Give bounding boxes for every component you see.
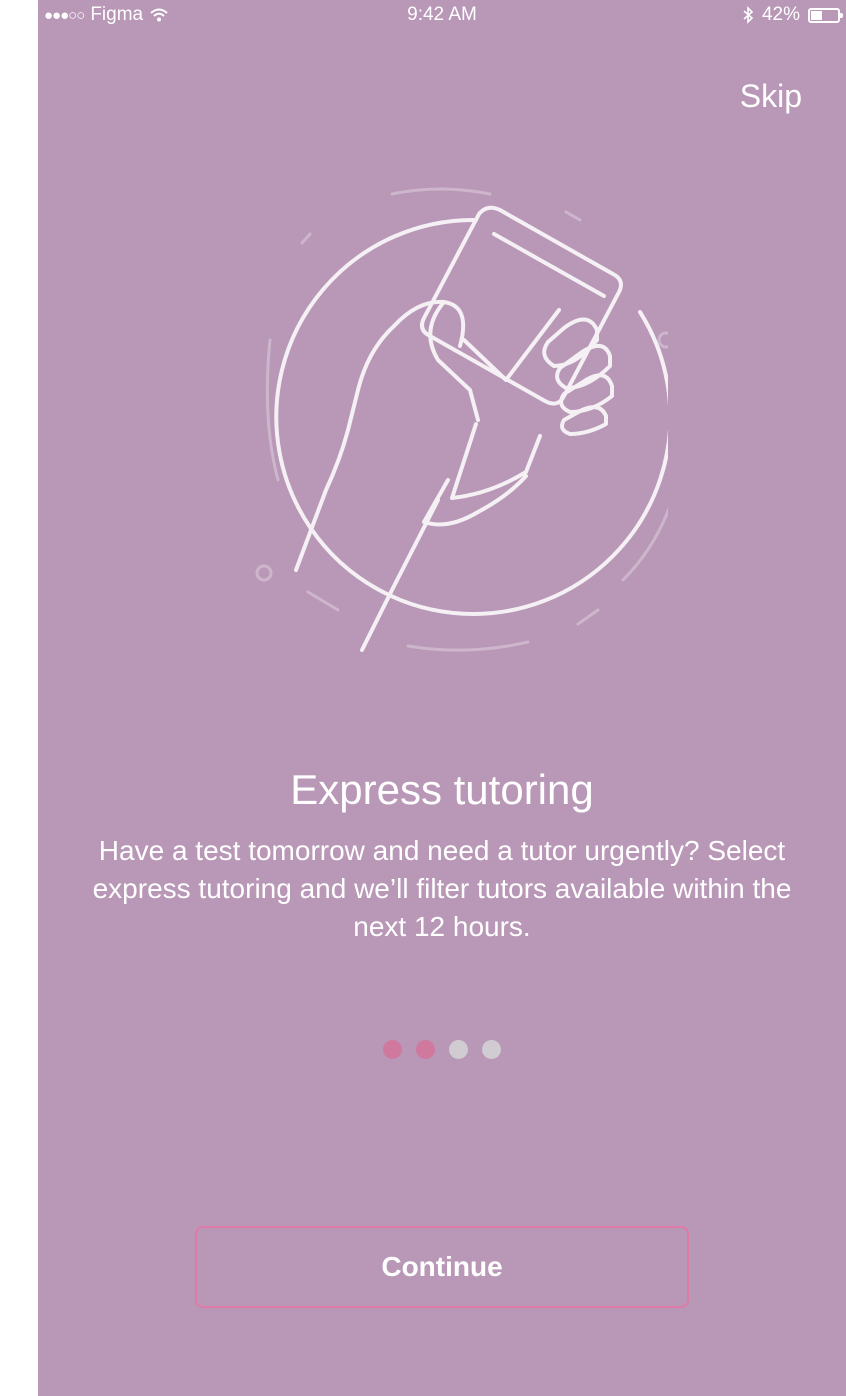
battery-percent: 42% — [761, 4, 800, 25]
page-dot-active[interactable] — [416, 1040, 435, 1059]
status-right: 42% — [742, 4, 843, 26]
status-bar: ●●●○○ Figma 9:42 AM 42% — [38, 0, 846, 36]
page-description: Have a test tomorrow and need a tutor ur… — [92, 835, 792, 942]
skip-button[interactable]: Skip — [740, 78, 802, 115]
page-title: Express tutoring — [290, 766, 594, 813]
battery-icon — [808, 7, 843, 23]
onboarding-screen: ●●●○○ Figma 9:42 AM 42% Skip Express tut… — [38, 0, 846, 1396]
hand-holding-phone-with-check-icon — [255, 187, 668, 652]
left-margin — [0, 0, 38, 1396]
page-dot-active[interactable] — [383, 1040, 402, 1059]
page-dot[interactable] — [482, 1040, 501, 1059]
continue-button[interactable]: Continue — [195, 1226, 689, 1308]
status-time: 9:42 AM — [407, 4, 477, 25]
bluetooth-icon — [743, 6, 754, 24]
page-dot[interactable] — [449, 1040, 468, 1059]
battery-level-fill — [811, 10, 822, 20]
page-indicator — [38, 1040, 846, 1059]
